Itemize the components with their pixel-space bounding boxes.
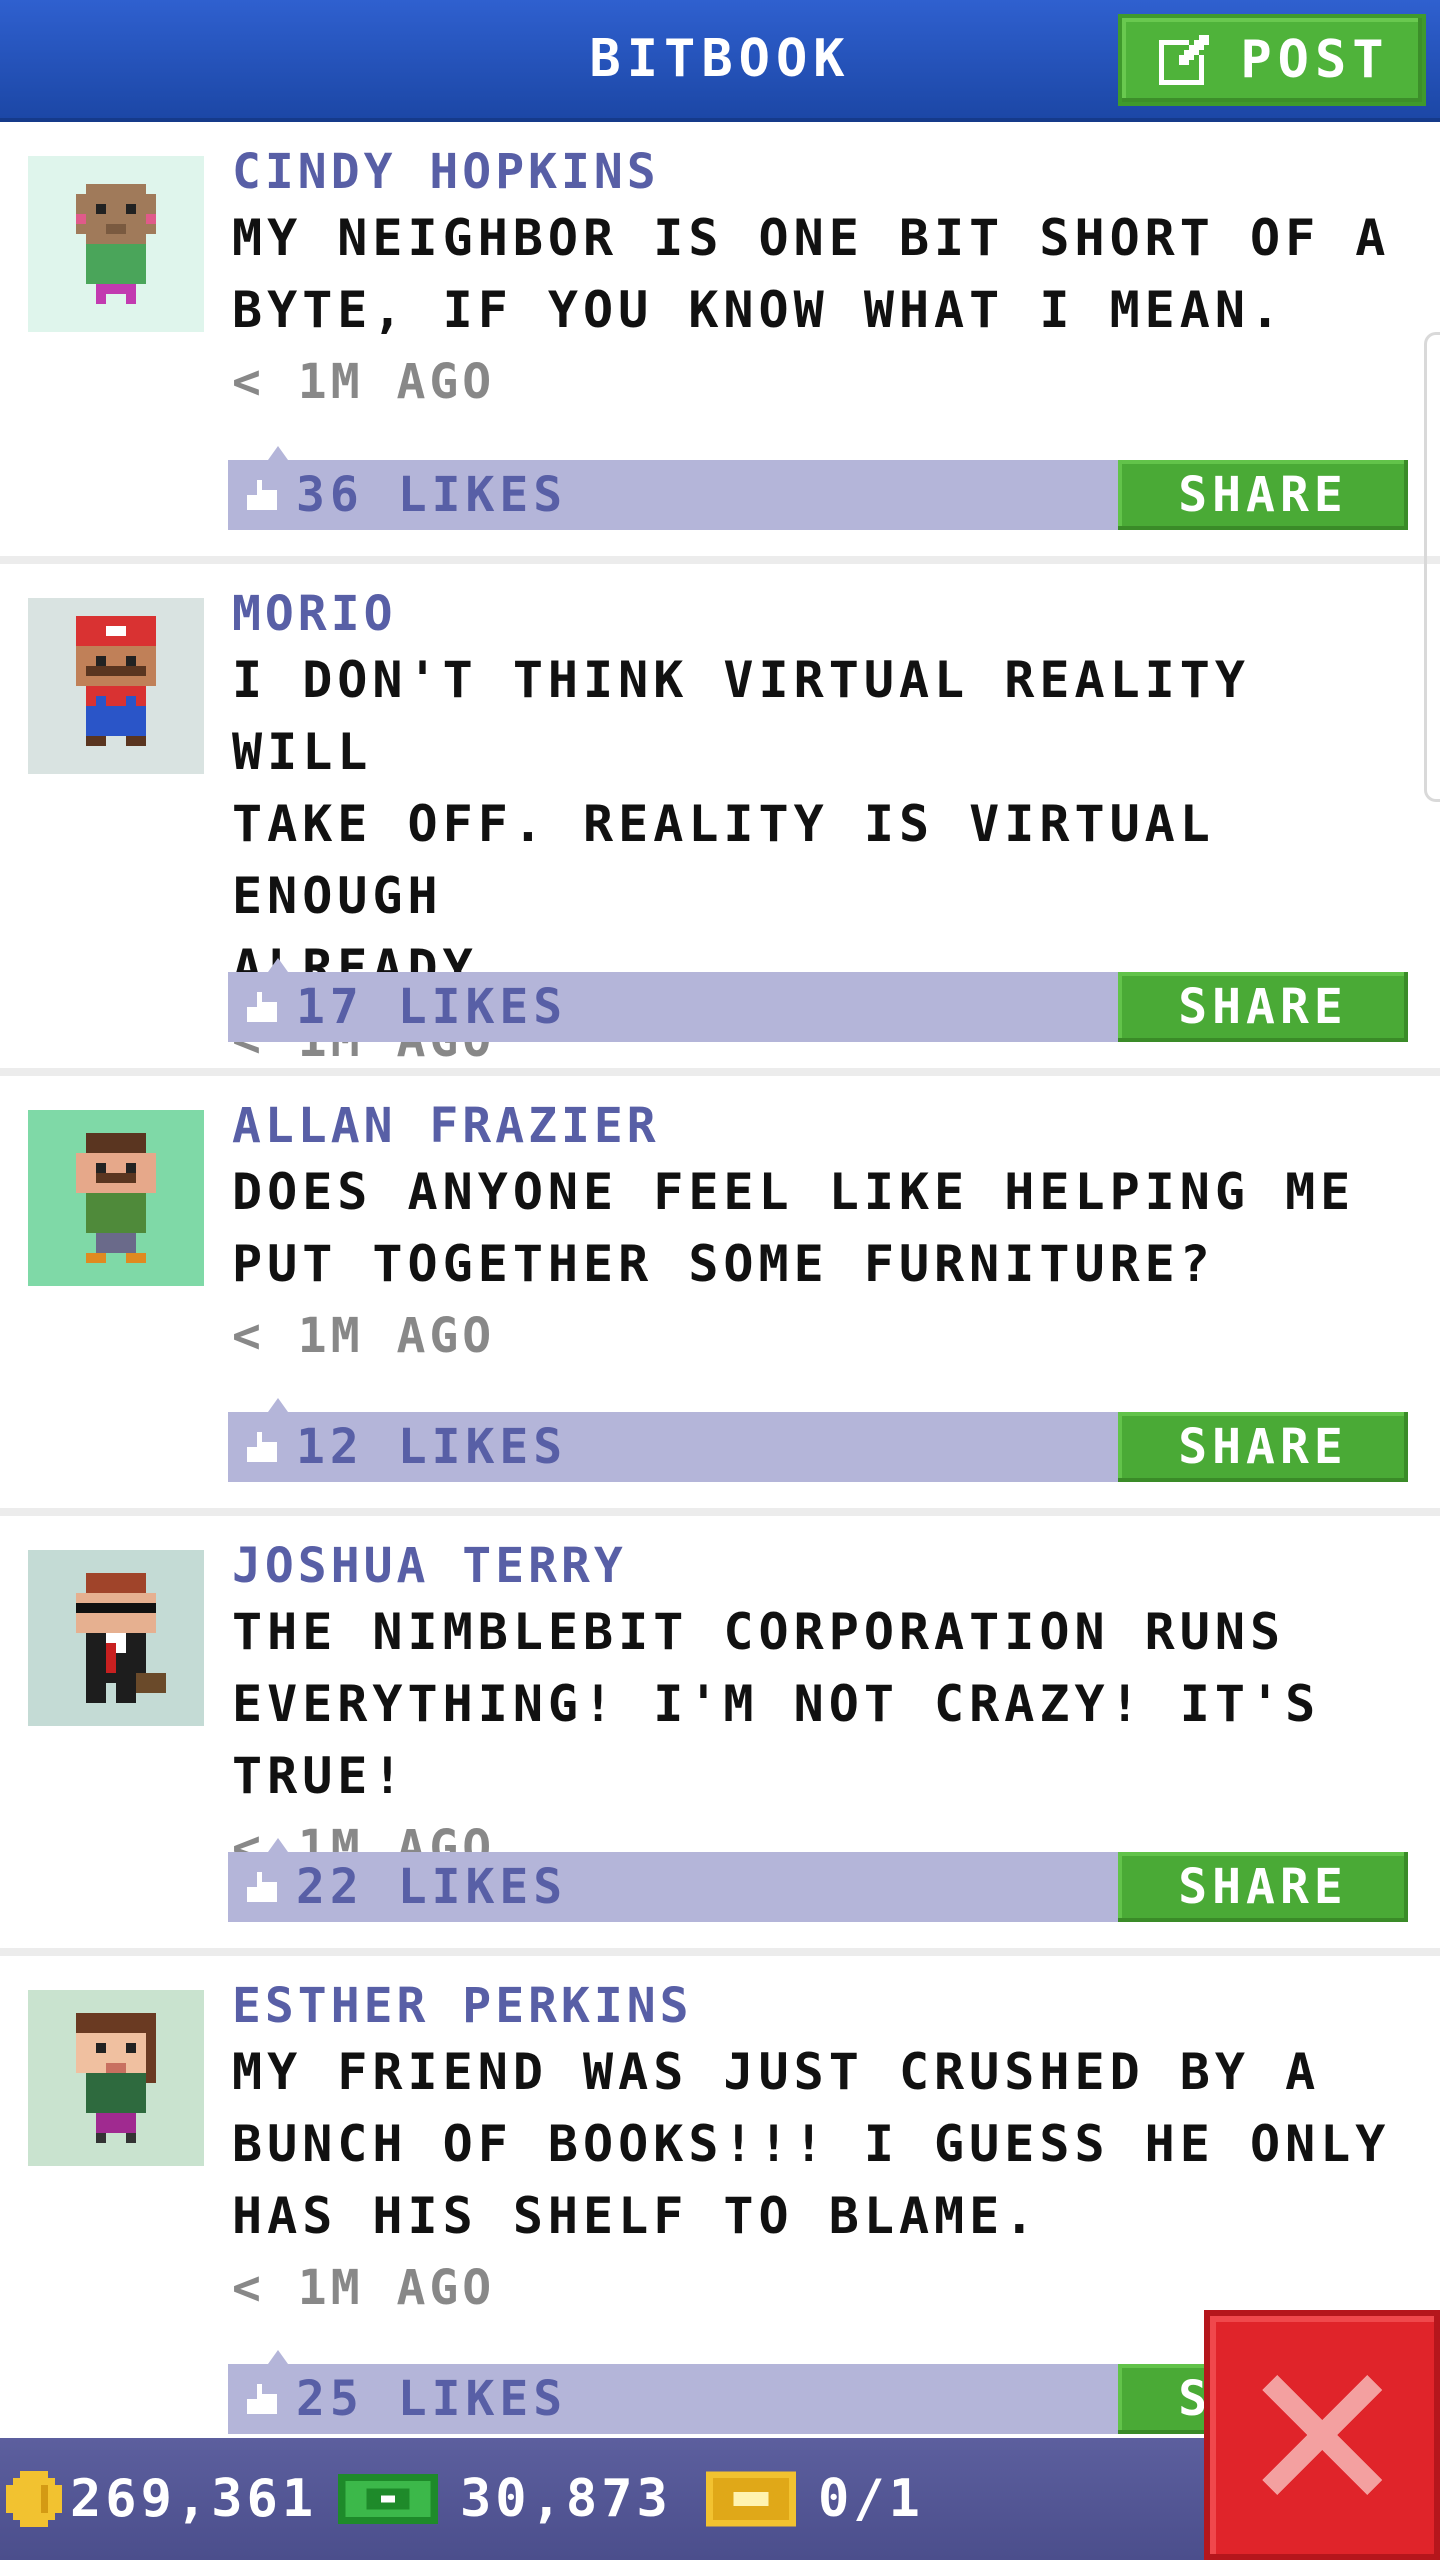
post-item: CINDY HOPKINS MY NEIGHBOR IS ONE BIT SHO…: [0, 122, 1440, 564]
share-button[interactable]: SHARE: [1118, 1852, 1408, 1922]
coin-icon: [6, 2471, 62, 2527]
share-button[interactable]: SHARE: [1118, 972, 1408, 1042]
thumbs-up-icon: [247, 480, 277, 510]
scroll-indicator: [1424, 332, 1440, 802]
share-button[interactable]: SHARE: [1118, 1412, 1408, 1482]
post-time: < 1M AGO: [232, 1308, 496, 1364]
post-button[interactable]: POST: [1118, 14, 1426, 106]
share-button[interactable]: SHARE: [1118, 460, 1408, 530]
post-author[interactable]: ESTHER PERKINS: [232, 1976, 1412, 2036]
compose-icon: [1159, 35, 1210, 85]
close-button[interactable]: [1204, 2310, 1440, 2560]
post-author[interactable]: JOSHUA TERRY: [232, 1536, 1412, 1596]
like-count: 22 LIKES: [296, 1859, 568, 1915]
thumbs-up-icon: [247, 1872, 277, 1902]
like-bar[interactable]: 22 LIKES SHARE: [228, 1838, 1408, 1922]
post-author[interactable]: MORIO: [232, 584, 1412, 644]
post-message: THE NIMBLEBIT CORPORATION RUNS EVERYTHIN…: [232, 1603, 1321, 1805]
post-message: DOES ANYONE FEEL LIKE HELPING ME PUT TOG…: [232, 1163, 1356, 1293]
tickets-stat: 0/1: [706, 2438, 924, 2560]
thumbs-up-icon: [247, 2384, 277, 2414]
post-item: MORIO I DON'T THINK VIRTUAL REALITY WILL…: [0, 564, 1440, 1076]
joshua-avatar[interactable]: [28, 1550, 204, 1726]
morio-avatar[interactable]: [28, 598, 204, 774]
coins-value: 269,361: [70, 2469, 318, 2529]
bux-icon: [338, 2474, 438, 2524]
like-bar[interactable]: 12 LIKES SHARE: [228, 1398, 1408, 1482]
post-time: < 1M AGO: [232, 354, 496, 410]
post-item: JOSHUA TERRY THE NIMBLEBIT CORPORATION R…: [0, 1516, 1440, 1956]
post-message: MY FRIEND WAS JUST CRUSHED BY A BUNCH OF…: [232, 2043, 1391, 2245]
like-count: 17 LIKES: [296, 979, 568, 1035]
thumbs-up-icon: [247, 992, 277, 1022]
like-bar[interactable]: 36 LIKES SHARE: [228, 446, 1408, 530]
post-message: MY NEIGHBOR IS ONE BIT SHORT OF A BYTE, …: [232, 209, 1391, 339]
thumbs-up-icon: [247, 1432, 277, 1462]
tickets-value: 0/1: [818, 2469, 924, 2529]
post-item: ALLAN FRAZIER DOES ANYONE FEEL LIKE HELP…: [0, 1076, 1440, 1516]
feed[interactable]: CINDY HOPKINS MY NEIGHBOR IS ONE BIT SHO…: [0, 122, 1440, 2438]
close-icon: [1262, 2375, 1382, 2495]
esther-avatar[interactable]: [28, 1990, 204, 2166]
like-count: 12 LIKES: [296, 1419, 568, 1475]
post-message: I DON'T THINK VIRTUAL REALITY WILL TAKE …: [232, 651, 1250, 997]
cindy-avatar[interactable]: [28, 156, 204, 332]
like-count: 25 LIKES: [296, 2371, 568, 2427]
coins-stat: 269,361: [6, 2438, 317, 2560]
bux-value: 30,873: [460, 2469, 672, 2529]
like-bar[interactable]: 17 LIKES SHARE: [228, 958, 1408, 1042]
post-author[interactable]: CINDY HOPKINS: [232, 142, 1412, 202]
ticket-icon: [706, 2471, 796, 2527]
top-bar: BITBOOK POST: [0, 0, 1440, 122]
bux-stat: 30,873: [338, 2438, 672, 2560]
like-count: 36 LIKES: [296, 467, 568, 523]
post-author[interactable]: ALLAN FRAZIER: [232, 1096, 1412, 1156]
post-button-label: POST: [1240, 30, 1390, 90]
allan-avatar[interactable]: [28, 1110, 204, 1286]
